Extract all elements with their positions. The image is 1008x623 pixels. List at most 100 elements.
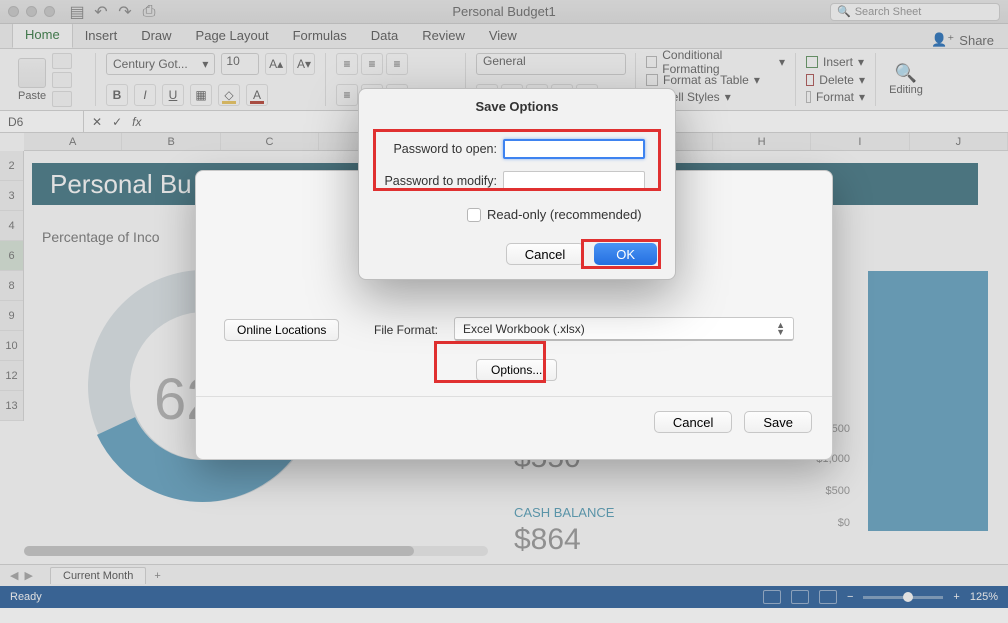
search-icon: 🔍: [837, 5, 851, 18]
font-size-select[interactable]: 10: [221, 53, 259, 75]
redo-icon[interactable]: ↷: [117, 4, 133, 20]
increase-font-button[interactable]: A▴: [265, 53, 287, 75]
share-button[interactable]: 👤⁺Share: [931, 32, 994, 48]
sheet-tab-current-month[interactable]: Current Month: [50, 567, 146, 584]
tab-draw[interactable]: Draw: [129, 24, 183, 48]
add-sheet-button[interactable]: +: [154, 570, 160, 582]
page-break-view-button[interactable]: [819, 590, 837, 604]
chevron-down-icon: ▾: [202, 57, 208, 71]
zoom-slider[interactable]: [863, 596, 943, 599]
editing-icon[interactable]: 🔍: [895, 63, 917, 84]
window-title: Personal Budget1: [452, 4, 555, 19]
ribbon-tabs: Home Insert Draw Page Layout Formulas Da…: [0, 24, 1008, 49]
format-painter-button[interactable]: [52, 91, 72, 107]
fill-color-button[interactable]: ◇: [218, 84, 240, 106]
border-button[interactable]: ▦: [190, 84, 212, 106]
bold-button[interactable]: B: [106, 84, 128, 106]
status-ready: Ready: [10, 591, 42, 603]
row-headers[interactable]: 234689101213: [0, 151, 24, 421]
password-open-input[interactable]: [503, 139, 645, 159]
decrease-font-button[interactable]: A▾: [293, 53, 315, 75]
read-only-checkbox[interactable]: [467, 208, 481, 222]
align-middle-button[interactable]: ≡: [361, 53, 383, 75]
tab-nav-next-icon[interactable]: ▶: [24, 569, 32, 582]
align-left-button[interactable]: ≡: [336, 84, 358, 106]
tab-data[interactable]: Data: [359, 24, 410, 48]
save-as-cancel-button[interactable]: Cancel: [654, 411, 732, 433]
page-layout-view-button[interactable]: [791, 590, 809, 604]
online-locations-button[interactable]: Online Locations: [224, 319, 339, 341]
search-sheet-input[interactable]: 🔍 Search Sheet: [830, 3, 1000, 21]
delete-icon: [806, 74, 814, 86]
save-icon[interactable]: ▤: [69, 4, 85, 20]
file-format-label: File Format:: [374, 323, 438, 337]
cash-balance-amount: $864: [514, 523, 581, 557]
tab-nav-prev-icon[interactable]: ◀: [10, 569, 18, 582]
tab-review[interactable]: Review: [410, 24, 477, 48]
tab-home[interactable]: Home: [12, 22, 73, 48]
window-controls[interactable]: [8, 6, 55, 17]
enter-formula-icon[interactable]: ✓: [112, 115, 122, 129]
insert-icon: [806, 56, 818, 68]
paste-button[interactable]: Paste: [18, 58, 46, 102]
align-top-button[interactable]: ≡: [336, 53, 358, 75]
tab-page-layout[interactable]: Page Layout: [184, 24, 281, 48]
copy-button[interactable]: [52, 72, 72, 88]
font-color-button[interactable]: A: [246, 84, 268, 106]
format-cells-button[interactable]: Format ▾: [806, 88, 865, 106]
zoom-in-button[interactable]: +: [953, 591, 959, 603]
name-box[interactable]: D6: [0, 111, 84, 132]
fx-label[interactable]: fx: [132, 115, 141, 129]
italic-button[interactable]: I: [134, 84, 156, 106]
cash-balance-label: CASH BALANCE: [514, 505, 614, 520]
subtitle-text: Percentage of Inco: [42, 229, 160, 245]
zoom-level[interactable]: 125%: [970, 591, 998, 603]
updown-icon: ▲▼: [776, 322, 785, 336]
options-ok-button[interactable]: OK: [594, 243, 657, 265]
undo-icon[interactable]: ↶: [93, 4, 109, 20]
zoom-out-button[interactable]: −: [847, 591, 853, 603]
horizontal-scrollbar[interactable]: [24, 546, 488, 556]
insert-cells-button[interactable]: Insert ▾: [806, 53, 865, 71]
chevron-down-icon: ▾: [779, 55, 785, 69]
scrollbar-thumb[interactable]: [24, 546, 414, 556]
normal-view-button[interactable]: [763, 590, 781, 604]
password-modify-label: Password to modify:: [373, 174, 503, 188]
format-icon: [806, 91, 811, 103]
axis-tick: $500: [826, 485, 850, 497]
save-as-save-button[interactable]: Save: [744, 411, 812, 433]
file-format-select[interactable]: Excel Workbook (.xlsx) ▲▼: [454, 317, 794, 341]
cancel-formula-icon[interactable]: ✕: [92, 115, 102, 129]
tab-insert[interactable]: Insert: [73, 24, 130, 48]
delete-cells-button[interactable]: Delete ▾: [806, 71, 865, 89]
status-bar: Ready − + 125%: [0, 586, 1008, 608]
conditional-formatting-button[interactable]: Conditional Formatting ▾: [646, 53, 785, 71]
axis-tick: $0: [838, 517, 850, 529]
tab-view[interactable]: View: [477, 24, 529, 48]
print-icon[interactable]: ⎙: [141, 4, 157, 20]
options-button[interactable]: Options...: [476, 359, 557, 381]
bar-chart-bar: [868, 373, 988, 531]
clipboard-icon: [18, 58, 46, 88]
quick-access-toolbar[interactable]: ▤ ↶ ↷ ⎙: [69, 4, 157, 20]
person-icon: 👤⁺: [931, 32, 954, 48]
table-icon: [646, 74, 658, 86]
format-as-table-button[interactable]: Format as Table ▾: [646, 71, 785, 89]
read-only-label: Read-only (recommended): [487, 207, 642, 222]
align-bottom-button[interactable]: ≡: [386, 53, 408, 75]
tab-formulas[interactable]: Formulas: [281, 24, 359, 48]
titlebar: ▤ ↶ ↷ ⎙ Personal Budget1 🔍 Search Sheet: [0, 0, 1008, 24]
font-name-select[interactable]: Century Got...▾: [106, 53, 215, 75]
cf-icon: [646, 56, 657, 68]
editing-label: Editing: [889, 84, 923, 96]
underline-button[interactable]: U: [162, 84, 184, 106]
save-options-dialog: Save Options Password to open: Password …: [358, 88, 676, 280]
password-open-label: Password to open:: [373, 142, 503, 156]
cut-button[interactable]: [52, 53, 72, 69]
dialog-title: Save Options: [359, 89, 675, 114]
number-format-select[interactable]: General: [476, 53, 626, 75]
password-modify-input[interactable]: [503, 171, 645, 191]
sheet-tab-bar: ◀ ▶ Current Month +: [0, 564, 1008, 586]
bar-chart-bar: [868, 271, 988, 373]
options-cancel-button[interactable]: Cancel: [506, 243, 584, 265]
